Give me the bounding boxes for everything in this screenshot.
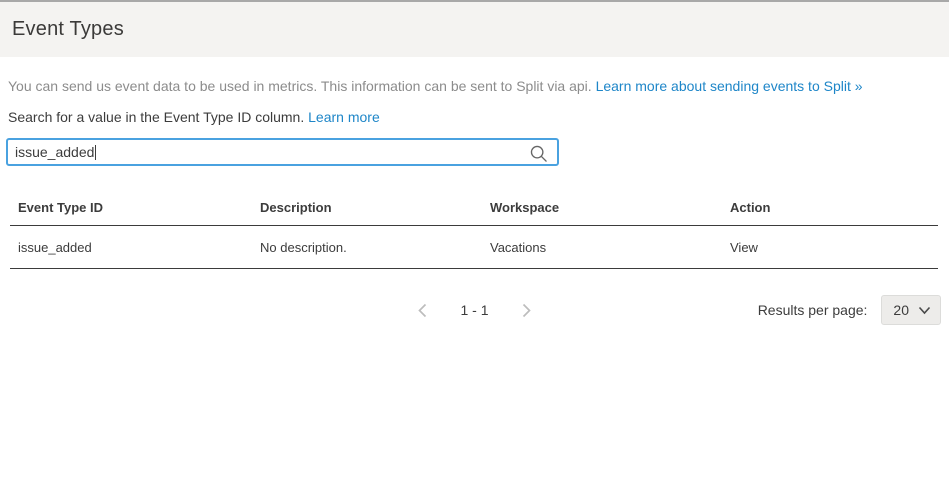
search-icon[interactable] <box>529 144 548 168</box>
column-header-workspace: Workspace <box>482 190 722 225</box>
chevron-down-icon <box>918 302 931 318</box>
view-action-link[interactable]: View <box>730 240 758 255</box>
learn-more-sending-events-link[interactable]: Learn more about sending events to Split… <box>596 78 863 94</box>
previous-page-button[interactable] <box>413 300 432 321</box>
page-header: Event Types <box>0 2 949 57</box>
results-per-page: Results per page: 20 <box>758 294 941 326</box>
table-row: issue_added No description. Vacations Vi… <box>10 226 938 269</box>
cell-event-type-id: issue_added <box>10 226 252 268</box>
page-title: Event Types <box>12 18 124 41</box>
search-hint-text: Search for a value in the Event Type ID … <box>8 109 304 125</box>
event-types-table: Event Type ID Description Workspace Acti… <box>10 190 938 269</box>
column-header-description: Description <box>252 190 482 225</box>
table-header-row: Event Type ID Description Workspace Acti… <box>10 190 938 226</box>
cell-description: No description. <box>252 226 482 268</box>
page-range: 1 - 1 <box>460 302 488 318</box>
column-header-action: Action <box>722 190 938 225</box>
results-per-page-value: 20 <box>893 302 909 318</box>
next-page-button[interactable] <box>517 300 536 321</box>
intro-text: You can send us event data to be used in… <box>8 77 941 95</box>
cell-workspace: Vacations <box>482 226 722 268</box>
text-cursor <box>95 145 96 160</box>
chevron-right-icon <box>521 307 532 322</box>
main-content: You can send us event data to be used in… <box>0 77 949 326</box>
search-hint: Search for a value in the Event Type ID … <box>8 108 941 126</box>
column-header-event-type-id: Event Type ID <box>10 190 252 225</box>
search-box[interactable] <box>6 138 559 166</box>
learn-more-link[interactable]: Learn more <box>308 109 380 125</box>
chevron-left-icon <box>417 307 428 322</box>
results-per-page-label: Results per page: <box>758 302 868 318</box>
search-input[interactable] <box>8 140 557 164</box>
pagination-bar: 1 - 1 Results per page: 20 <box>8 294 941 326</box>
pager: 1 - 1 <box>413 300 535 321</box>
intro-description: You can send us event data to be used in… <box>8 78 592 94</box>
results-per-page-select[interactable]: 20 <box>881 295 941 325</box>
